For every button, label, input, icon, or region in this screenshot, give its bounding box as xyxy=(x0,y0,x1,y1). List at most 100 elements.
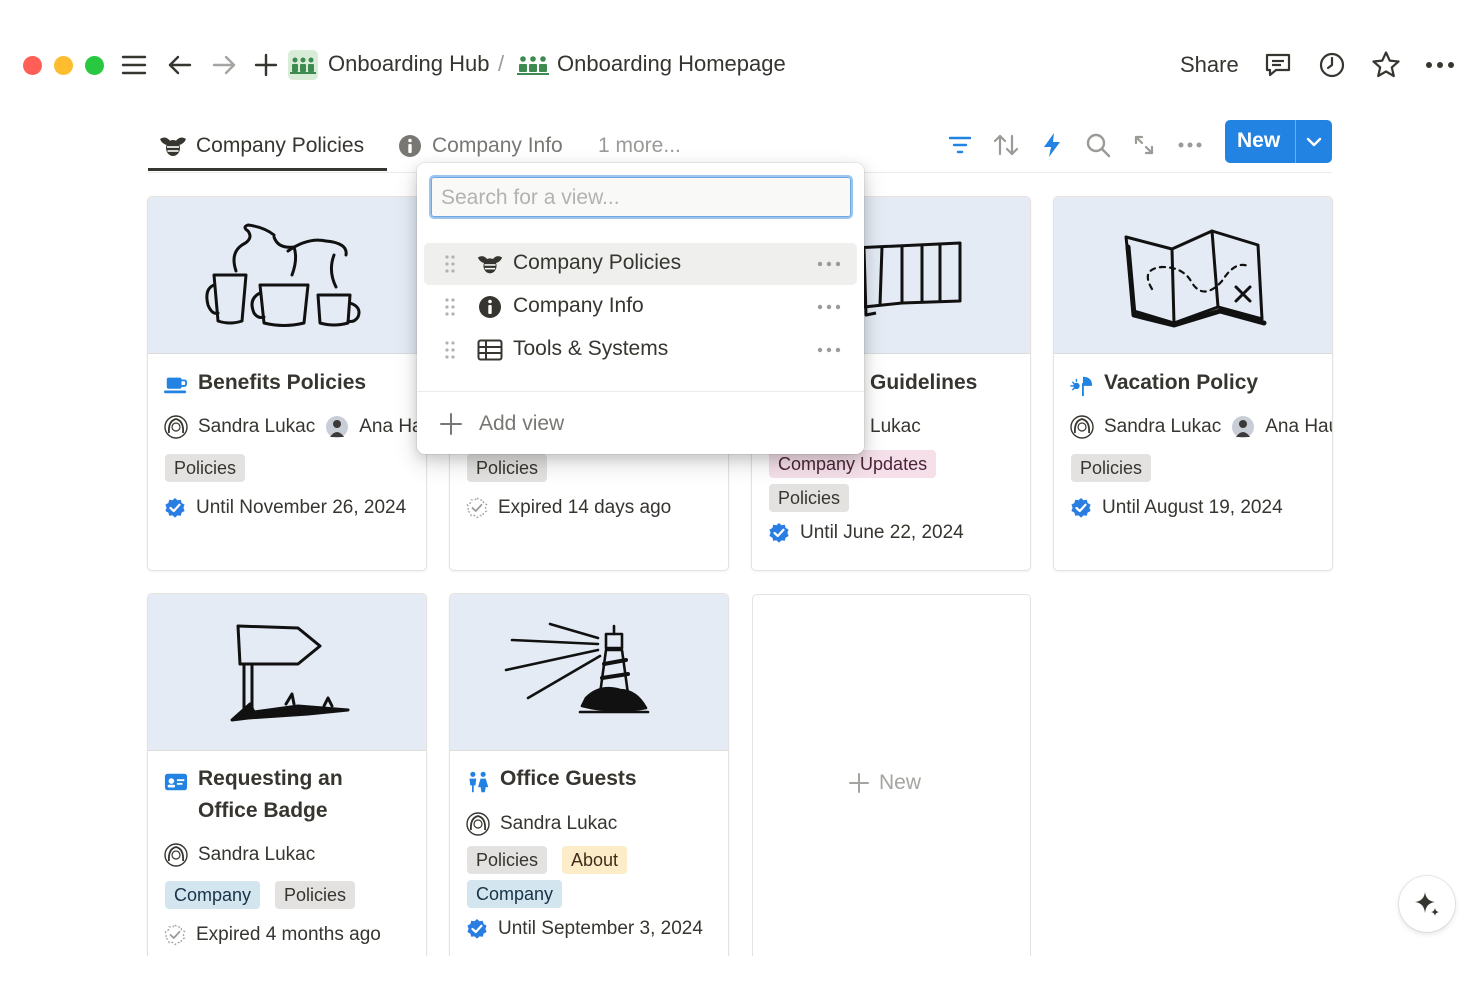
more-dots-icon[interactable] xyxy=(814,339,844,361)
verified-badge-icon xyxy=(165,498,185,518)
id-badge-icon xyxy=(164,770,188,794)
tag-pill: Policies xyxy=(467,846,548,874)
view-picker-dropdown: Company Policies Company Info Tools & Sy… xyxy=(417,163,864,454)
verification-status: Expired 4 months ago xyxy=(164,922,381,948)
card-cover-image xyxy=(1054,197,1332,354)
unverified-badge-icon xyxy=(466,497,488,519)
avatar xyxy=(325,415,349,439)
person-list: Sandra Lukac xyxy=(466,811,617,837)
tab-company-info[interactable]: Company Info xyxy=(398,126,563,166)
view-item-company-policies[interactable]: Company Policies xyxy=(424,243,857,285)
breadcrumb-item[interactable]: Onboarding Homepage xyxy=(557,51,786,77)
divider xyxy=(417,391,864,392)
card-title-line: Office Badge xyxy=(198,799,328,822)
plus-icon xyxy=(849,773,869,793)
info-icon xyxy=(398,134,422,158)
view-item-label: Tools & Systems xyxy=(513,337,669,360)
tag-pill: Company xyxy=(467,880,563,908)
person-name: Ana Hau xyxy=(1265,416,1333,437)
gallery-card[interactable]: Office Guests Sandra Lukac Policies Abou… xyxy=(449,593,729,975)
status-text: Until August 19, 2024 xyxy=(1102,497,1283,518)
view-search-input[interactable] xyxy=(439,183,843,213)
coffee-cup-icon xyxy=(164,373,188,397)
drag-handle-icon[interactable] xyxy=(444,254,456,274)
verified-badge-icon xyxy=(1071,498,1091,518)
card-title: Guidelines xyxy=(870,371,978,394)
view-item-company-info[interactable]: Company Info xyxy=(424,286,857,328)
people-icon xyxy=(466,770,490,794)
tag-pill: Policies xyxy=(769,484,850,512)
drag-handle-icon[interactable] xyxy=(444,297,456,317)
clock-history-icon[interactable] xyxy=(1316,49,1348,81)
verification-status: Until September 3, 2024 xyxy=(466,916,703,942)
verification-status: Until August 19, 2024 xyxy=(1070,495,1283,521)
view-item-label: Company Policies xyxy=(513,251,682,274)
sort-icon[interactable] xyxy=(991,130,1021,160)
verification-status: Expired 14 days ago xyxy=(466,495,671,521)
gallery-card[interactable]: Benefits Policies Sandra Lukac Ana Ha Po… xyxy=(147,196,427,571)
expand-arrows-icon[interactable] xyxy=(1129,130,1159,160)
card-title: Benefits Policies xyxy=(198,371,367,394)
gallery-card[interactable]: Vacation Policy Sandra Lukac Ana Hau Pol… xyxy=(1053,196,1333,571)
people-group-icon xyxy=(288,50,318,80)
filter-icon[interactable] xyxy=(945,130,975,160)
verified-badge-icon xyxy=(769,523,789,543)
tag-pill: Policies xyxy=(165,454,246,482)
share-button[interactable]: Share xyxy=(1180,52,1239,78)
treasure-map-illustration xyxy=(1124,229,1267,328)
status-text: Expired 4 months ago xyxy=(196,924,381,945)
card-cover-image xyxy=(148,197,426,354)
close-window-button[interactable] xyxy=(23,56,42,75)
star-icon[interactable] xyxy=(1370,49,1402,81)
coffee-cups-illustration xyxy=(205,223,361,327)
add-view-button[interactable]: Add view xyxy=(439,409,564,439)
add-view-label: Add view xyxy=(479,412,565,435)
card-title: Office Guests xyxy=(500,767,637,790)
bee-icon xyxy=(158,133,188,159)
new-button-label: New xyxy=(1237,129,1281,152)
breadcrumb-item[interactable]: Onboarding Hub xyxy=(328,51,489,77)
status-text: Until November 26, 2024 xyxy=(196,497,407,518)
new-item-button[interactable]: New xyxy=(1225,120,1332,163)
verification-status: Until November 26, 2024 xyxy=(164,495,406,521)
gallery-card[interactable]: Requesting an Office Badge Sandra Lukac … xyxy=(147,593,427,975)
chevron-down-icon[interactable] xyxy=(1301,130,1327,154)
window-titlebar: Onboarding Hub / Onboarding Homepage Sha… xyxy=(0,36,1480,94)
tag-pill: About xyxy=(562,846,628,874)
avatar xyxy=(466,812,490,836)
sun-umbrella-icon xyxy=(1070,373,1094,397)
tag-pill: Company xyxy=(165,881,261,909)
status-text: Expired 14 days ago xyxy=(498,497,672,518)
view-item-tools-systems[interactable]: Tools & Systems xyxy=(424,329,857,371)
more-dots-icon[interactable] xyxy=(1175,130,1205,160)
lightning-automation-icon[interactable] xyxy=(1037,130,1067,160)
search-icon[interactable] xyxy=(1083,130,1113,160)
more-dots-icon[interactable] xyxy=(1424,49,1456,81)
person-list: Sandra Lukac Ana Hau xyxy=(1070,414,1333,440)
sidebar-menu-icon[interactable] xyxy=(118,49,150,81)
status-text: Until June 22, 2024 xyxy=(800,522,964,543)
more-dots-icon[interactable] xyxy=(814,253,844,275)
ai-assistant-button[interactable] xyxy=(1399,876,1455,932)
minimize-window-button[interactable] xyxy=(54,56,73,75)
back-arrow-icon[interactable] xyxy=(164,49,196,81)
drag-handle-icon[interactable] xyxy=(444,340,456,360)
more-dots-icon[interactable] xyxy=(814,296,844,318)
verification-status: Until June 22, 2024 xyxy=(768,520,964,546)
person-name: Lukac xyxy=(870,416,921,437)
signpost-illustration xyxy=(230,624,350,722)
person-list: Sandra Lukac xyxy=(164,842,315,868)
new-page-plus-icon[interactable] xyxy=(250,49,282,81)
tag-pill: Company Updates xyxy=(769,450,937,478)
comment-icon[interactable] xyxy=(1262,49,1294,81)
person-name: Sandra Lukac xyxy=(500,813,618,834)
avatar xyxy=(164,843,188,867)
person-list: Sandra Lukac Ana Ha xyxy=(164,414,423,440)
forward-arrow-icon[interactable] xyxy=(208,49,240,81)
maximize-window-button[interactable] xyxy=(85,56,104,75)
tab-more-views[interactable]: 1 more... xyxy=(598,126,681,166)
add-new-card[interactable]: New xyxy=(752,594,1031,976)
tab-company-policies[interactable]: Company Policies xyxy=(158,126,364,166)
sparkle-icon xyxy=(1412,889,1442,919)
table-icon xyxy=(476,337,504,363)
